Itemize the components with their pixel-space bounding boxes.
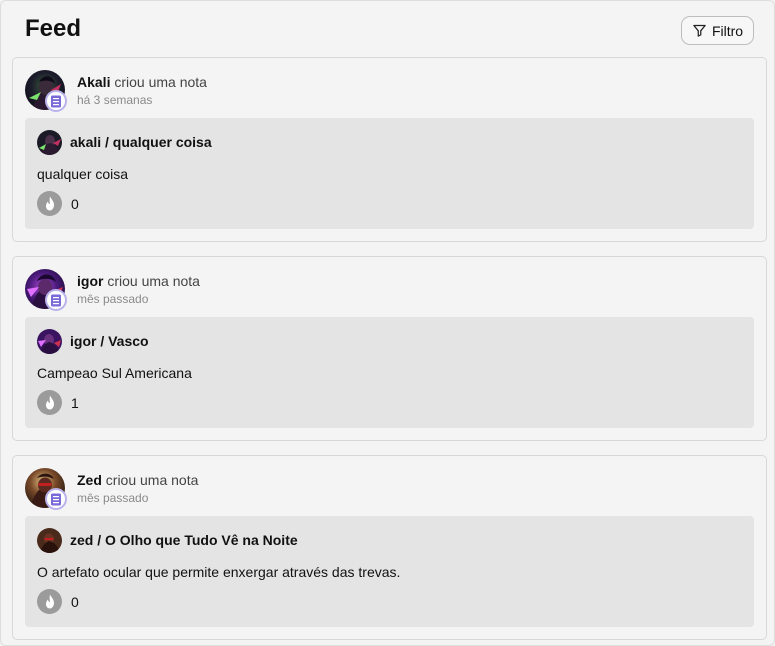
- page-title: Feed: [25, 15, 82, 42]
- note-body: Campeao Sul Americana: [37, 365, 192, 381]
- flame-icon: [43, 196, 57, 211]
- timestamp: há 3 semanas: [77, 93, 153, 107]
- note-icon: [50, 95, 62, 108]
- note-author-avatar: [37, 329, 62, 354]
- reaction-button[interactable]: [37, 191, 62, 216]
- note-body: qualquer coisa: [37, 166, 129, 182]
- note-title[interactable]: akali / qualquer coisa: [70, 134, 212, 150]
- reaction-count: 1: [71, 395, 79, 411]
- activity-headline: igor criou uma nota: [77, 273, 200, 289]
- reaction-button[interactable]: [37, 589, 62, 614]
- note-author-avatar: [37, 528, 62, 553]
- timestamp: mês passado: [77, 292, 149, 306]
- filter-label: Filtro: [711, 22, 744, 39]
- note-icon: [50, 493, 62, 506]
- note-badge: [45, 488, 67, 510]
- flame-icon: [43, 395, 57, 410]
- note-badge: [45, 90, 67, 112]
- note-preview[interactable]: igor / Vasco Campeao Sul Americana 1: [25, 317, 754, 428]
- note-badge: [45, 289, 67, 311]
- feed-item: Zed criou uma nota mês passado zed / O O…: [12, 455, 767, 640]
- filter-button[interactable]: Filtro: [681, 16, 754, 45]
- feed-header: Feed Filtro: [1, 1, 774, 57]
- note-icon: [50, 294, 62, 307]
- reaction-button[interactable]: [37, 390, 62, 415]
- user-avatar-container[interactable]: [25, 468, 69, 512]
- timestamp: mês passado: [77, 491, 149, 505]
- user-name-link[interactable]: Akali: [77, 74, 110, 90]
- activity-action: criou uma nota: [105, 472, 199, 488]
- feed-panel: Feed Filtro Akali criou uma nota há 3 se…: [0, 0, 775, 646]
- activity-action: criou uma nota: [114, 74, 207, 90]
- feed-item: igor criou uma nota mês passado igor / V…: [12, 256, 767, 441]
- activity-headline: Zed criou uma nota: [77, 472, 198, 488]
- note-body: O artefato ocular que permite enxergar a…: [37, 564, 401, 580]
- note-title[interactable]: igor / Vasco: [70, 333, 149, 349]
- note-preview[interactable]: akali / qualquer coisa qualquer coisa 0: [25, 118, 754, 229]
- note-preview[interactable]: zed / O Olho que Tudo Vê na Noite O arte…: [25, 516, 754, 627]
- reaction-count: 0: [71, 196, 79, 212]
- reaction-count: 0: [71, 594, 79, 610]
- user-name-link[interactable]: Zed: [77, 472, 102, 488]
- user-name-link[interactable]: igor: [77, 273, 103, 289]
- filter-icon: [692, 23, 707, 38]
- note-title[interactable]: zed / O Olho que Tudo Vê na Noite: [70, 532, 298, 548]
- activity-headline: Akali criou uma nota: [77, 74, 207, 90]
- note-author-avatar: [37, 130, 62, 155]
- feed-item: Akali criou uma nota há 3 semanas akali …: [12, 57, 767, 242]
- user-avatar-container[interactable]: [25, 70, 69, 114]
- flame-icon: [43, 594, 57, 609]
- user-avatar-container[interactable]: [25, 269, 69, 313]
- activity-action: criou uma nota: [107, 273, 200, 289]
